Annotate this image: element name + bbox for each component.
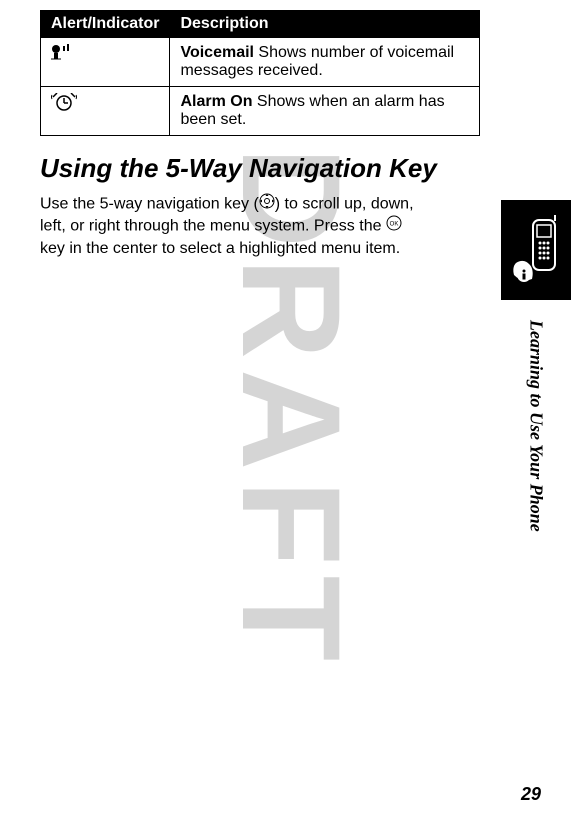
alarm-label: Alarm On (180, 93, 252, 110)
body-text-part3: key in the center to select a highlighte… (40, 240, 400, 257)
section-heading: Using the 5-Way Navigation Key (40, 154, 480, 183)
nav-key-icon (259, 193, 275, 216)
alarm-on-indicator-icon (51, 98, 77, 115)
phone-info-icon (501, 200, 571, 300)
body-text-part1: Use the 5-way navigation key ( (40, 195, 259, 212)
table-header-description: Description (170, 11, 480, 38)
ok-key-icon: OK (386, 215, 402, 238)
side-section-label: Learning to Use Your Phone (526, 320, 547, 532)
voicemail-label: Voicemail (180, 44, 254, 61)
svg-text:OK: OK (390, 222, 399, 228)
table-row: Voicemail Shows number of voicemail mess… (41, 38, 480, 87)
page-number: 29 (521, 784, 541, 805)
alert-indicator-table: Alert/Indicator Description (40, 10, 480, 136)
voicemail-indicator-icon (51, 47, 75, 64)
table-header-alert: Alert/Indicator (41, 11, 170, 38)
section-paragraph: Use the 5-way navigation key ( ) to scro… (40, 193, 430, 260)
table-row: Alarm On Shows when an alarm has been se… (41, 87, 480, 136)
